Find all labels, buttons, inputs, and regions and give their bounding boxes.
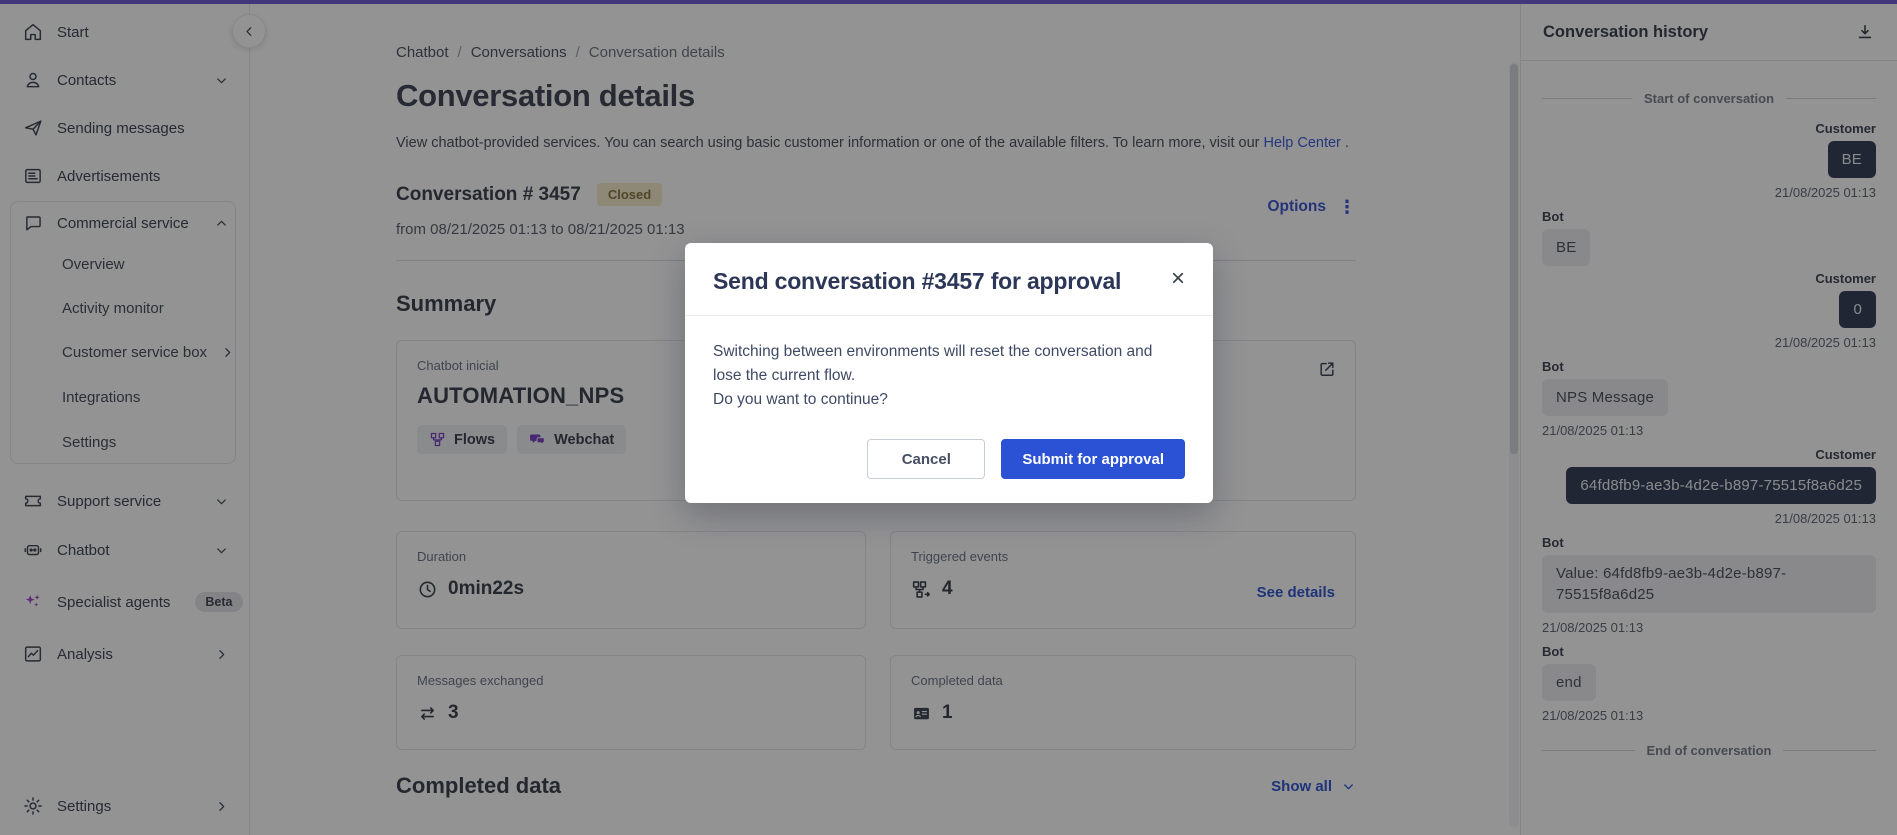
- cancel-button[interactable]: Cancel: [867, 439, 986, 480]
- submit-for-approval-button[interactable]: Submit for approval: [1001, 439, 1185, 480]
- app-root: Start Contacts Sending messages Advertis…: [0, 0, 1897, 835]
- modal-body-text: Switching between environments will rese…: [713, 343, 1153, 385]
- modal-title: Send conversation #3457 for approval: [713, 268, 1122, 294]
- modal-confirm-question: Do you want to continue?: [713, 391, 888, 409]
- approval-modal: Send conversation #3457 for approval × S…: [685, 243, 1213, 504]
- close-icon[interactable]: ×: [1167, 267, 1189, 291]
